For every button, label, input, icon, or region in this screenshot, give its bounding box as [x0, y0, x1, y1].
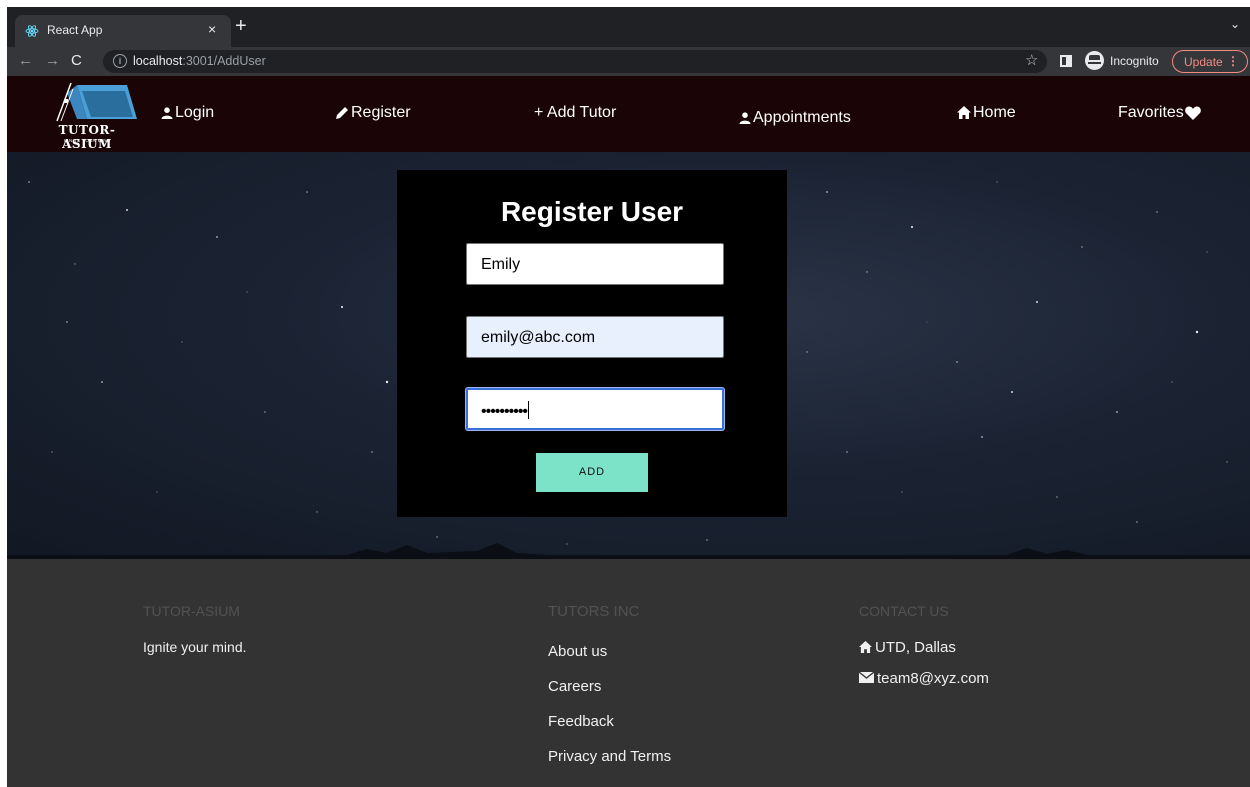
address-bar[interactable]: i localhost:3001/AddUser ☆ [103, 50, 1047, 73]
footer-link-about[interactable]: About us [548, 643, 607, 660]
email-input[interactable]: emily@abc.com [466, 316, 724, 358]
site-logo[interactable]: TUTOR-ASIUM IGNITE YOUR MIND [37, 81, 137, 151]
footer-link-feedback[interactable]: Feedback [548, 713, 614, 730]
user-icon [739, 112, 751, 124]
page-content: TUTOR-ASIUM IGNITE YOUR MIND Login Regis… [7, 76, 1250, 787]
url-text[interactable]: localhost:3001/AddUser [133, 54, 266, 68]
footer-link-privacy[interactable]: Privacy and Terms [548, 748, 671, 765]
nav-add-tutor-label: + Add Tutor [534, 104, 617, 121]
nav-home[interactable]: Home [957, 104, 1016, 122]
heart-icon [1184, 106, 1201, 120]
tab-title: React App [47, 23, 103, 37]
nav-register[interactable]: Register [335, 104, 411, 122]
footer-address: UTD, Dallas [859, 639, 956, 656]
footer-address-text: UTD, Dallas [875, 639, 956, 656]
nav-login-label: Login [175, 104, 215, 121]
envelope-icon [858, 671, 875, 683]
incognito-icon [1085, 51, 1104, 70]
react-icon [25, 25, 39, 37]
browser-tab[interactable]: React App × [15, 15, 231, 47]
treeline-silhouette [7, 543, 1250, 559]
footer-tagline: Ignite your mind. [143, 639, 247, 655]
incognito-label: Incognito [1110, 54, 1159, 68]
name-input[interactable]: Emily [466, 243, 724, 285]
logo-text: TUTOR-ASIUM [58, 123, 116, 151]
user-icon [161, 107, 173, 119]
browser-window: React App × + ⌄ ← → C i localhost:3001/A… [7, 7, 1250, 787]
site-info-icon[interactable]: i [113, 54, 127, 68]
side-panel-icon[interactable] [1060, 55, 1072, 67]
password-value: •••••••••• [481, 403, 528, 420]
new-tab-button[interactable]: + [235, 16, 247, 36]
menu-dots-icon: ⋮ [1227, 54, 1239, 68]
logo-tagline: IGNITE YOUR MIND [63, 138, 111, 143]
footer-email-text[interactable]: team8@xyz.com [877, 670, 989, 687]
tab-close-button[interactable]: × [208, 21, 216, 37]
site-navbar: TUTOR-ASIUM IGNITE YOUR MIND Login Regis… [7, 76, 1250, 152]
home-icon [859, 641, 872, 653]
tab-search-button[interactable]: ⌄ [1230, 17, 1240, 31]
register-user-form: Register User Emily emily@abc.com ••••••… [397, 170, 787, 517]
nav-home-label: Home [973, 104, 1016, 121]
add-button[interactable]: ADD [536, 453, 648, 492]
nav-appointments-label: Appointments [753, 109, 851, 126]
password-input[interactable]: •••••••••• [466, 388, 724, 430]
form-title: Register User [500, 196, 684, 227]
nav-appointments[interactable]: Appointments [739, 109, 851, 127]
browser-toolbar: ← → C i localhost:3001/AddUser ☆ Incogni… [7, 47, 1250, 76]
text-caret [528, 401, 530, 419]
reload-icon[interactable]: C [71, 52, 82, 70]
nav-add-tutor[interactable]: + Add Tutor [534, 104, 616, 122]
forward-icon[interactable]: → [45, 52, 60, 70]
bookmark-star-icon[interactable]: ☆ [1025, 51, 1038, 69]
update-label: Update [1184, 55, 1223, 69]
footer-company-heading: TUTORS INC [548, 603, 640, 620]
footer-brand-heading: TUTOR-ASIUM [143, 603, 240, 619]
nav-register-label: Register [351, 104, 411, 121]
nav-favorites-label: Favorites [1118, 104, 1184, 121]
nav-login[interactable]: Login [161, 104, 214, 122]
footer-link-careers[interactable]: Careers [548, 678, 601, 695]
nav-favorites[interactable]: Favorites [1118, 104, 1203, 122]
site-footer: TUTOR-ASIUM Ignite your mind. TUTORS INC… [7, 559, 1250, 787]
tab-strip: React App × + ⌄ [7, 7, 1250, 47]
starry-hero-background: Register User Emily emily@abc.com ••••••… [7, 152, 1250, 559]
footer-contact-heading: CONTACT US [859, 603, 949, 619]
home-icon [957, 106, 971, 120]
update-button[interactable]: Update ⋮ [1172, 50, 1248, 73]
back-icon[interactable]: ← [18, 52, 33, 70]
footer-email: team8@xyz.com [858, 670, 989, 687]
logo-roof-icon [56, 82, 137, 122]
pencil-icon [336, 106, 348, 119]
